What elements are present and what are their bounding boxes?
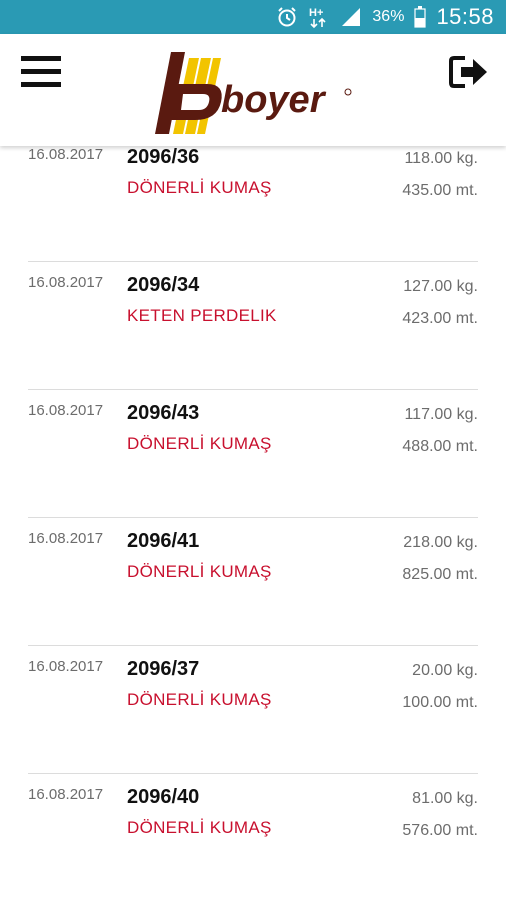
svg-text:H+: H+ — [309, 7, 323, 19]
list-item[interactable]: 16.08.2017 2096/37 DÖNERLİ KUMAŞ 20.00 k… — [28, 646, 478, 774]
item-code: 2096/40 — [127, 786, 200, 808]
item-date: 16.08.2017 — [28, 274, 104, 291]
item-length: 435.00 mt. — [402, 182, 478, 199]
item-type: DÖNERLİ KUMAŞ — [127, 818, 272, 837]
item-weight: 218.00 kg. — [403, 534, 478, 551]
list-item[interactable]: 16.08.2017 2096/41 DÖNERLİ KUMAŞ 218.00 … — [28, 518, 478, 646]
item-type: DÖNERLİ KUMAŞ — [127, 178, 272, 197]
item-length: 488.00 mt. — [402, 438, 478, 455]
item-weight: 127.00 kg. — [403, 278, 478, 295]
item-date: 16.08.2017 — [28, 658, 104, 675]
clock: 15:58 — [436, 4, 494, 29]
item-type: KETEN PERDELIK — [127, 306, 277, 325]
item-code: 2096/37 — [127, 658, 200, 680]
item-code: 2096/41 — [127, 530, 200, 552]
menu-button[interactable] — [18, 54, 64, 94]
status-bar: H+ 36% 15:58 — [0, 0, 506, 34]
alarm-icon — [276, 6, 298, 28]
item-weight: 118.00 kg. — [404, 150, 478, 167]
app-header: boyer — [0, 34, 506, 146]
boyer-logo: boyer — [155, 44, 355, 136]
list-item[interactable]: 16.08.2017 2096/40 DÖNERLİ KUMAŞ 81.00 k… — [28, 774, 478, 900]
logout-icon — [449, 55, 489, 94]
item-weight: 117.00 kg. — [404, 406, 478, 423]
hamburger-menu-icon — [21, 55, 61, 94]
list-item[interactable]: 16.08.2017 2096/34 KETEN PERDELIK 127.00… — [28, 262, 478, 390]
item-date: 16.08.2017 — [28, 402, 104, 419]
shipment-list: 16.08.2017 2096/36 DÖNERLİ KUMAŞ 118.00 … — [0, 146, 506, 900]
logo-wordmark: boyer — [221, 79, 327, 121]
item-date: 16.08.2017 — [28, 146, 104, 163]
list-item[interactable]: 16.08.2017 2096/43 DÖNERLİ KUMAŞ 117.00 … — [28, 390, 478, 518]
battery-icon — [414, 6, 427, 28]
item-code: 2096/34 — [127, 274, 200, 296]
item-type: DÖNERLİ KUMAŞ — [127, 562, 272, 581]
item-length: 825.00 mt. — [402, 566, 478, 583]
item-date: 16.08.2017 — [28, 530, 104, 547]
item-type: DÖNERLİ KUMAŞ — [127, 690, 272, 709]
item-type: DÖNERLİ KUMAŞ — [127, 434, 272, 453]
item-weight: 20.00 kg. — [412, 662, 478, 679]
item-length: 100.00 mt. — [402, 694, 478, 711]
item-code: 2096/36 — [127, 146, 200, 168]
item-length: 423.00 mt. — [402, 310, 478, 327]
battery-percentage: 36% — [372, 8, 405, 25]
item-length: 576.00 mt. — [402, 822, 478, 839]
logout-button[interactable] — [446, 52, 492, 96]
network-type-icon: H+ — [308, 5, 330, 29]
item-weight: 81.00 kg. — [412, 790, 478, 807]
item-code: 2096/43 — [127, 402, 200, 424]
list-item[interactable]: 16.08.2017 2096/36 DÖNERLİ KUMAŞ 118.00 … — [28, 146, 478, 262]
item-date: 16.08.2017 — [28, 786, 104, 803]
signal-icon — [340, 6, 362, 28]
